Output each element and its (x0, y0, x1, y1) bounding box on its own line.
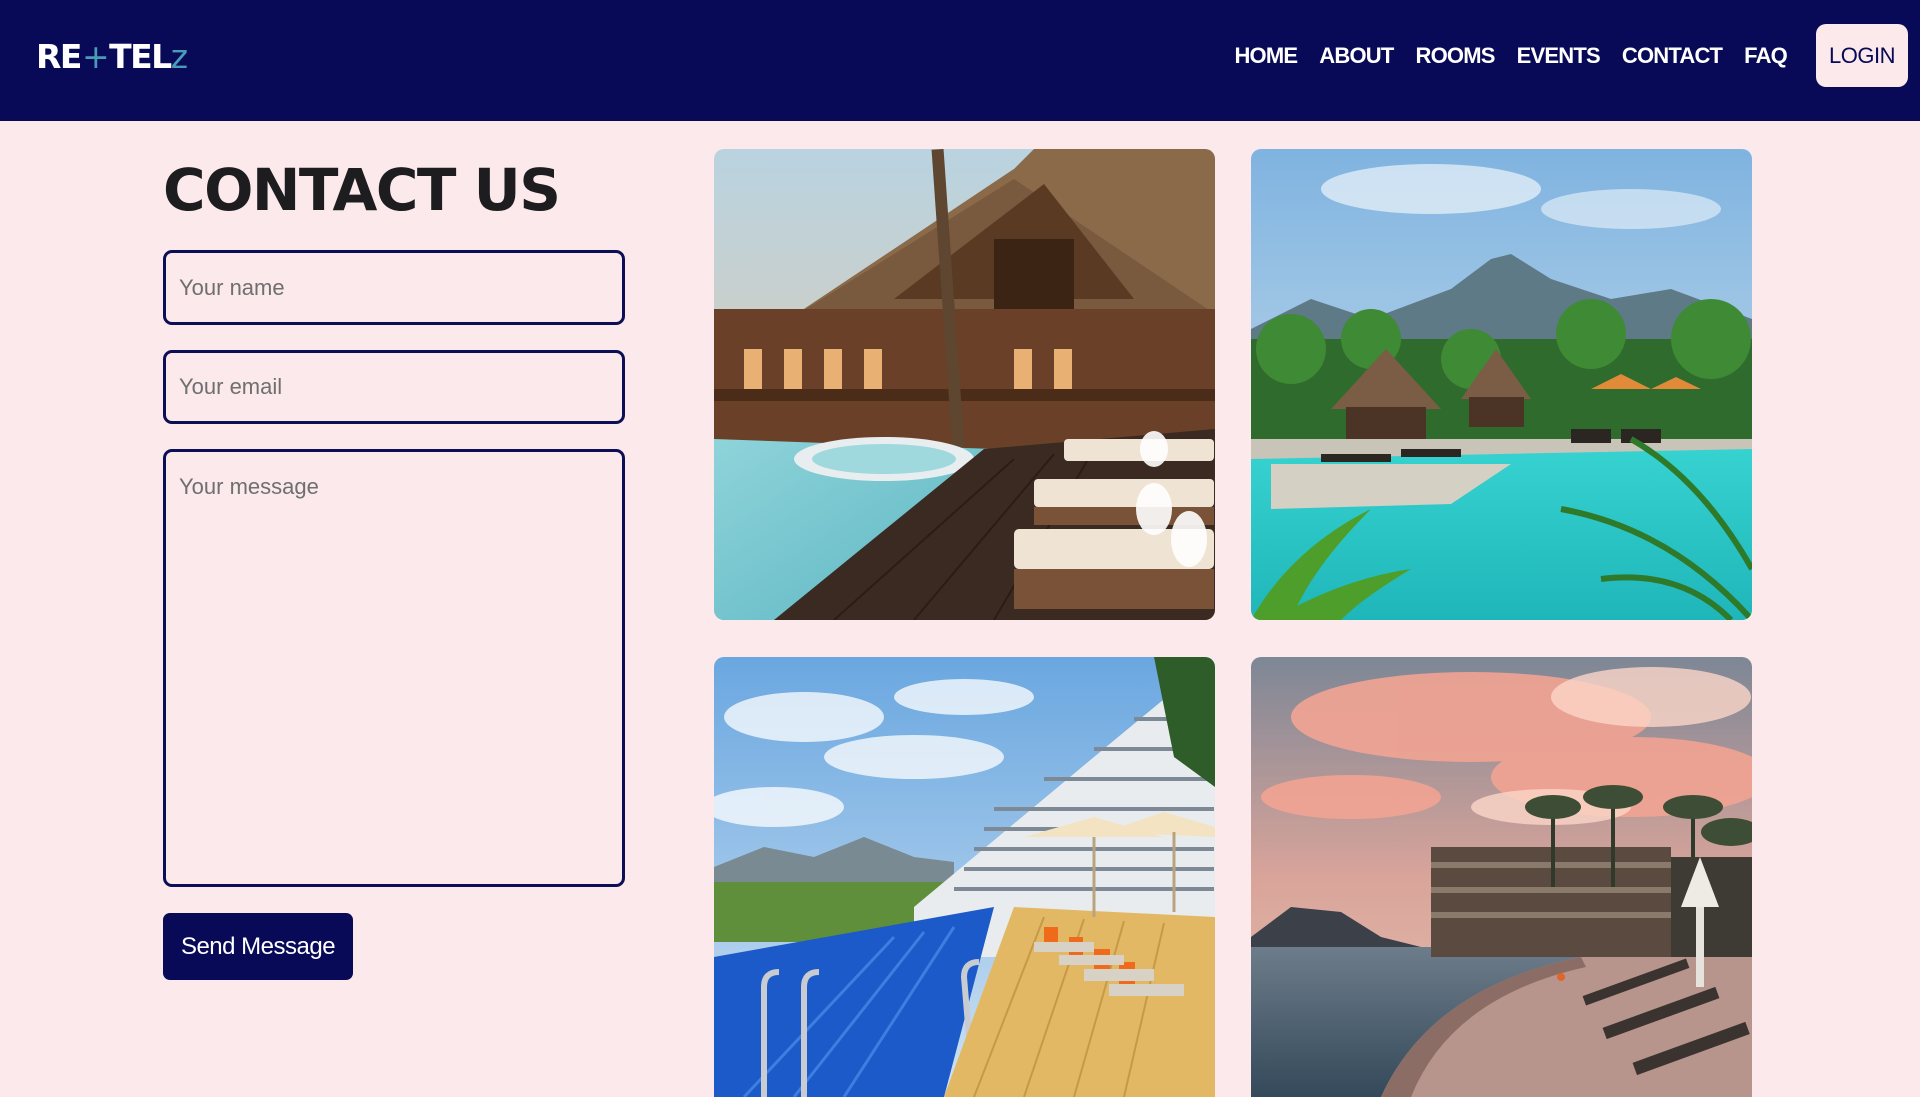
logo[interactable]: RE+TELz (36, 35, 188, 79)
nav-link-home[interactable]: HOME (1234, 38, 1298, 74)
page-title: CONTACT US (163, 156, 561, 224)
hotel-photo-lodge-pool (714, 149, 1215, 620)
hotel-photo-tropical-pool (1251, 149, 1752, 620)
logo-tel: TEL (109, 37, 172, 76)
hotel-photo-modern-pool (714, 657, 1215, 1097)
nav-link-contact[interactable]: CONTACT (1622, 38, 1723, 74)
logo-z: z (170, 37, 188, 76)
nav-link-rooms[interactable]: ROOMS (1416, 38, 1496, 74)
name-input[interactable] (163, 250, 625, 325)
email-input[interactable] (163, 350, 625, 424)
nav-link-events[interactable]: EVENTS (1517, 38, 1601, 74)
navbar: RE+TELz HOME ABOUT ROOMS EVENTS CONTACT … (0, 0, 1920, 121)
logo-plus: + (81, 37, 110, 76)
login-button[interactable]: LOGIN (1816, 24, 1908, 87)
logo-re: RE (36, 37, 82, 76)
nav-link-faq[interactable]: FAQ (1744, 38, 1788, 74)
hotel-photo-sunset-resort (1251, 657, 1752, 1097)
send-message-button[interactable]: Send Message (163, 913, 353, 980)
nav-links: HOME ABOUT ROOMS EVENTS CONTACT FAQ (1234, 38, 1787, 74)
message-textarea[interactable] (163, 449, 625, 887)
nav-link-about[interactable]: ABOUT (1319, 38, 1394, 74)
